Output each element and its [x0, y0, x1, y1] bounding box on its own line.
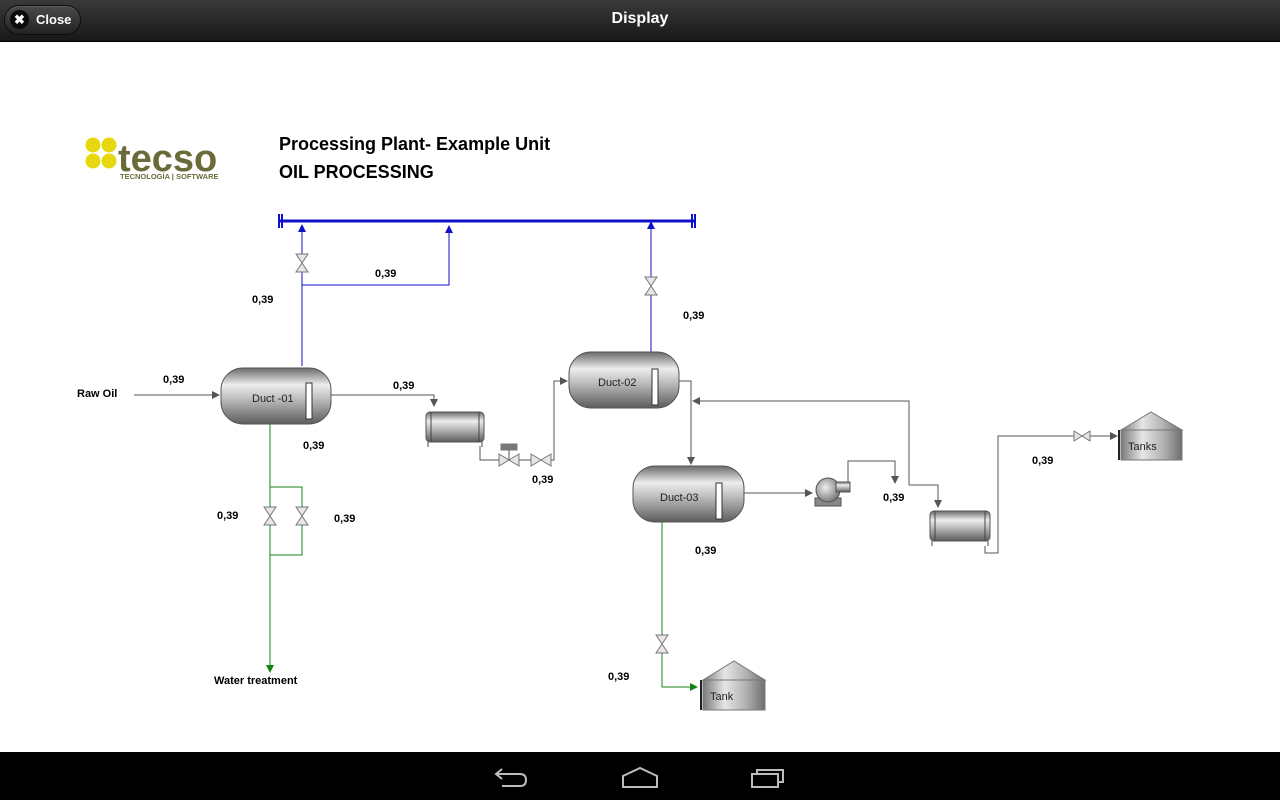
gas-valve-2[interactable]	[644, 276, 658, 296]
reading-tank-line: 0,39	[608, 671, 629, 683]
home-icon[interactable]	[618, 764, 662, 790]
water-valve-right[interactable]	[295, 506, 309, 526]
recent-apps-icon[interactable]	[746, 764, 790, 790]
heat-exchanger-2	[929, 510, 991, 546]
reading-valve-mid: 0,39	[532, 474, 553, 486]
heat-exchanger-1	[425, 411, 485, 447]
reading-pump-out: 0,39	[883, 492, 904, 504]
process-display: tecso TECNOLOGÍA | SOFTWARE Processing P…	[0, 42, 1280, 752]
water-treatment-label: Water treatment	[214, 675, 298, 687]
tank-valve[interactable]	[655, 634, 669, 654]
page-subtitle: OIL PROCESSING	[279, 162, 434, 182]
control-valve[interactable]	[498, 443, 520, 467]
reading-duct3-level: 0,39	[695, 545, 716, 557]
tecso-logo: tecso TECNOLOGÍA | SOFTWARE	[85, 137, 219, 181]
reading-gas-branch: 0,39	[375, 268, 396, 280]
app-title: Display	[611, 10, 669, 27]
water-valve-left[interactable]	[263, 506, 277, 526]
system-nav-bar	[0, 752, 1280, 800]
tank-label: Tank	[710, 691, 734, 703]
reading-gas-valve-2: 0,39	[683, 310, 704, 322]
reading-duct1-level: 0,39	[303, 440, 324, 452]
tanks-label: Tanks	[1128, 441, 1157, 453]
pump	[814, 477, 851, 507]
raw-oil-label: Raw Oil	[77, 388, 117, 400]
duct-02-vessel: Duct-02	[568, 351, 680, 409]
inline-valve[interactable]	[530, 453, 552, 467]
logo-tagline: TECNOLOGÍA | SOFTWARE	[120, 172, 219, 181]
gas-valve-1[interactable]	[295, 253, 309, 273]
reading-gas-valve-1: 0,39	[252, 294, 273, 306]
tanks-valve[interactable]	[1073, 430, 1091, 442]
duct-01-vessel: Duct -01	[220, 367, 332, 425]
duct-01-label: Duct -01	[252, 393, 294, 405]
water-lines	[266, 424, 698, 691]
reading-raw-oil: 0,39	[163, 374, 184, 386]
top-bar: ✖ Close Display	[0, 0, 1280, 42]
tank-storage: Tank	[700, 660, 767, 711]
reading-tanks-line: 0,39	[1032, 455, 1053, 467]
gas-header	[278, 214, 696, 228]
duct-03-vessel: Duct-03	[632, 465, 745, 523]
reading-water-left: 0,39	[217, 510, 238, 522]
reading-water-right: 0,39	[334, 513, 355, 525]
reading-duct1-out: 0,39	[393, 380, 414, 392]
tanks-storage: Tanks	[1118, 411, 1184, 461]
duct-03-label: Duct-03	[660, 492, 699, 504]
duct-02-label: Duct-02	[598, 377, 637, 389]
gas-lines	[298, 221, 655, 366]
page-title: Processing Plant- Example Unit	[279, 134, 550, 154]
back-icon[interactable]	[490, 764, 534, 790]
